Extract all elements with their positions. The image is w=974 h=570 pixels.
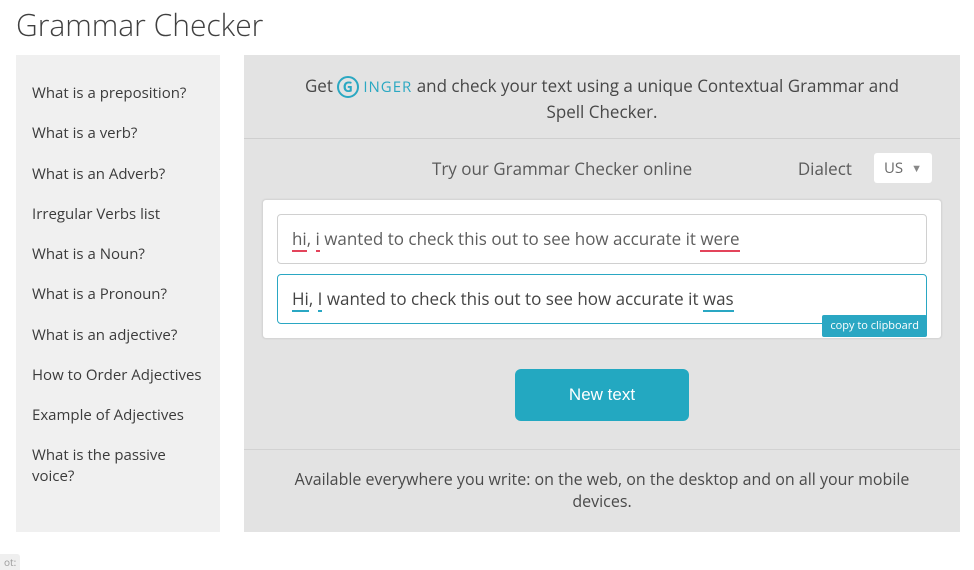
corner-tag: ot:	[0, 554, 20, 570]
promo-prefix: Get	[305, 74, 337, 97]
sidebar-item[interactable]: Irregular Verbs list	[32, 194, 204, 234]
promo-suffix: and check your text using a unique Conte…	[417, 74, 899, 123]
input-error-segment: hi	[292, 227, 307, 252]
sidebar-item[interactable]: What is an Adverb?	[32, 154, 204, 194]
promo-text: Get G INGER and check your text using a …	[244, 55, 960, 138]
sidebar-item[interactable]: What is a verb?	[32, 113, 204, 153]
chevron-down-icon: ▼	[911, 161, 922, 176]
output-fix-segment: Hi	[292, 287, 309, 312]
sidebar-item[interactable]: What is a Pronoun?	[32, 274, 204, 314]
input-segment: ,	[307, 227, 316, 250]
output-segment: wanted to check this out to see how accu…	[322, 287, 703, 310]
output-fix-segment: was	[703, 287, 734, 312]
output-text[interactable]: Hi, I wanted to check this out to see ho…	[277, 274, 927, 324]
output-segment: ,	[309, 287, 318, 310]
sidebar-item[interactable]: What is a Noun?	[32, 234, 204, 274]
sidebar-item[interactable]: What is an adjective?	[32, 315, 204, 355]
dialect-value: US	[884, 158, 903, 178]
dialect-label: Dialect	[798, 157, 852, 180]
footnote: Available everywhere you write: on the w…	[244, 449, 960, 532]
checker-box: hi, i wanted to check this out to see ho…	[262, 199, 942, 339]
main: Get G INGER and check your text using a …	[244, 55, 960, 532]
sidebar-item[interactable]: What is a preposition?	[32, 73, 204, 113]
sidebar: What is a preposition? What is a verb? W…	[16, 55, 220, 532]
ginger-g-icon: G	[337, 76, 359, 98]
checker-toolbar: Try our Grammar Checker online Dialect U…	[244, 139, 960, 193]
new-text-button[interactable]: New text	[515, 369, 689, 421]
sidebar-item[interactable]: Example of Adjectives	[32, 395, 204, 435]
input-error-segment: were	[700, 227, 739, 252]
layout: What is a preposition? What is a verb? W…	[0, 55, 974, 532]
sidebar-item[interactable]: How to Order Adjectives	[32, 355, 204, 395]
ginger-brand-text: INGER	[363, 76, 412, 99]
try-label: Try our Grammar Checker online	[432, 157, 692, 180]
sidebar-item[interactable]: What is the passive voice?	[32, 435, 204, 496]
input-segment: wanted to check this out to see how accu…	[320, 227, 701, 250]
input-text[interactable]: hi, i wanted to check this out to see ho…	[277, 214, 927, 264]
page-title: Grammar Checker	[0, 0, 974, 55]
ginger-logo[interactable]: G INGER	[337, 76, 412, 99]
dialect-select[interactable]: US ▼	[874, 153, 932, 183]
copy-to-clipboard-button[interactable]: copy to clipboard	[822, 315, 927, 336]
new-text-wrap: New text	[244, 339, 960, 449]
